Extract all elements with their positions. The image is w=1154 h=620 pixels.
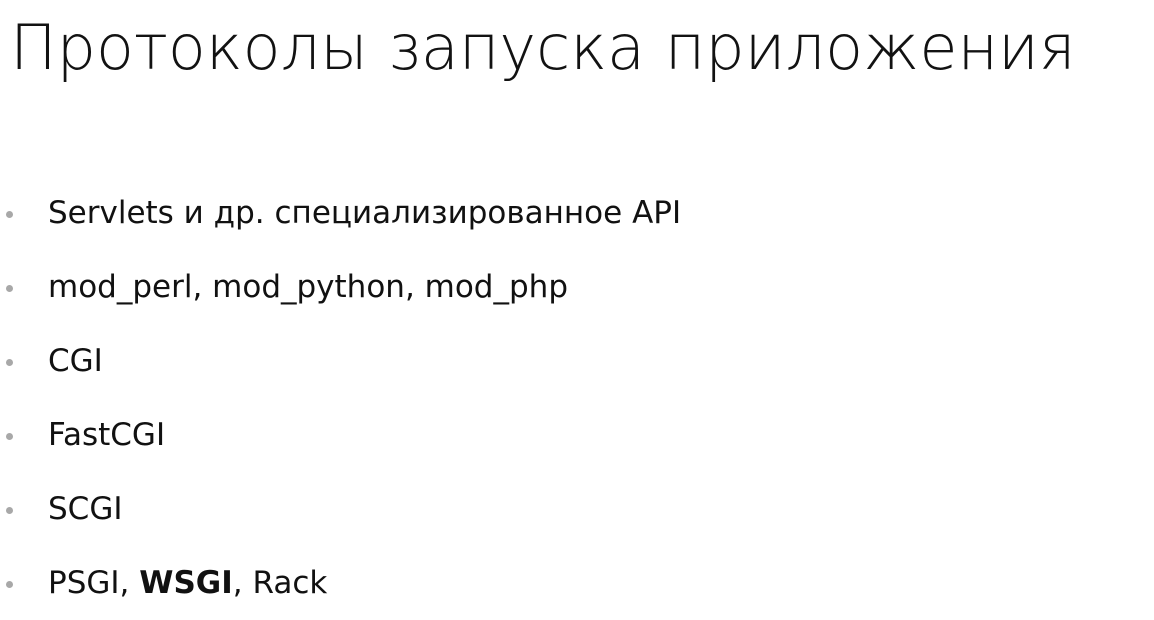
bullet-text: FastCGI — [48, 415, 165, 455]
bullet-dot-icon — [6, 211, 13, 218]
bullet-dot-icon — [6, 359, 13, 366]
bullet-text-part: , Rack — [232, 565, 328, 601]
bullet-text-part: mod_perl, mod_python, mod_php — [48, 269, 568, 305]
bullet-text: Servlets и др. специализированное API — [48, 193, 681, 233]
bullet-text-part: SCGI — [48, 491, 123, 527]
bullet-dot-icon — [6, 581, 13, 588]
bullet-dot-icon — [6, 285, 13, 292]
bullet-text-part: CGI — [48, 343, 103, 379]
bullet-text-part: FastCGI — [48, 417, 166, 453]
bullet-text-part: PSGI, — [48, 565, 140, 601]
bullet-dot-icon — [6, 433, 13, 440]
bullet-text-bold-part: WSGI — [139, 565, 233, 601]
slide-title: Протоколы запуска приложения — [10, 11, 1076, 84]
bullet-text: PSGI, WSGI, Rack — [48, 563, 327, 603]
bullet-dot-icon — [6, 507, 13, 514]
bullet-text: mod_perl, mod_python, mod_php — [48, 267, 568, 307]
bullet-text: CGI — [48, 341, 103, 381]
bullet-text: SCGI — [48, 489, 123, 529]
bullet-text-part: Servlets и др. специализированное API — [48, 195, 682, 231]
slide: Протоколы запуска приложения Servlets и … — [0, 0, 1154, 606]
